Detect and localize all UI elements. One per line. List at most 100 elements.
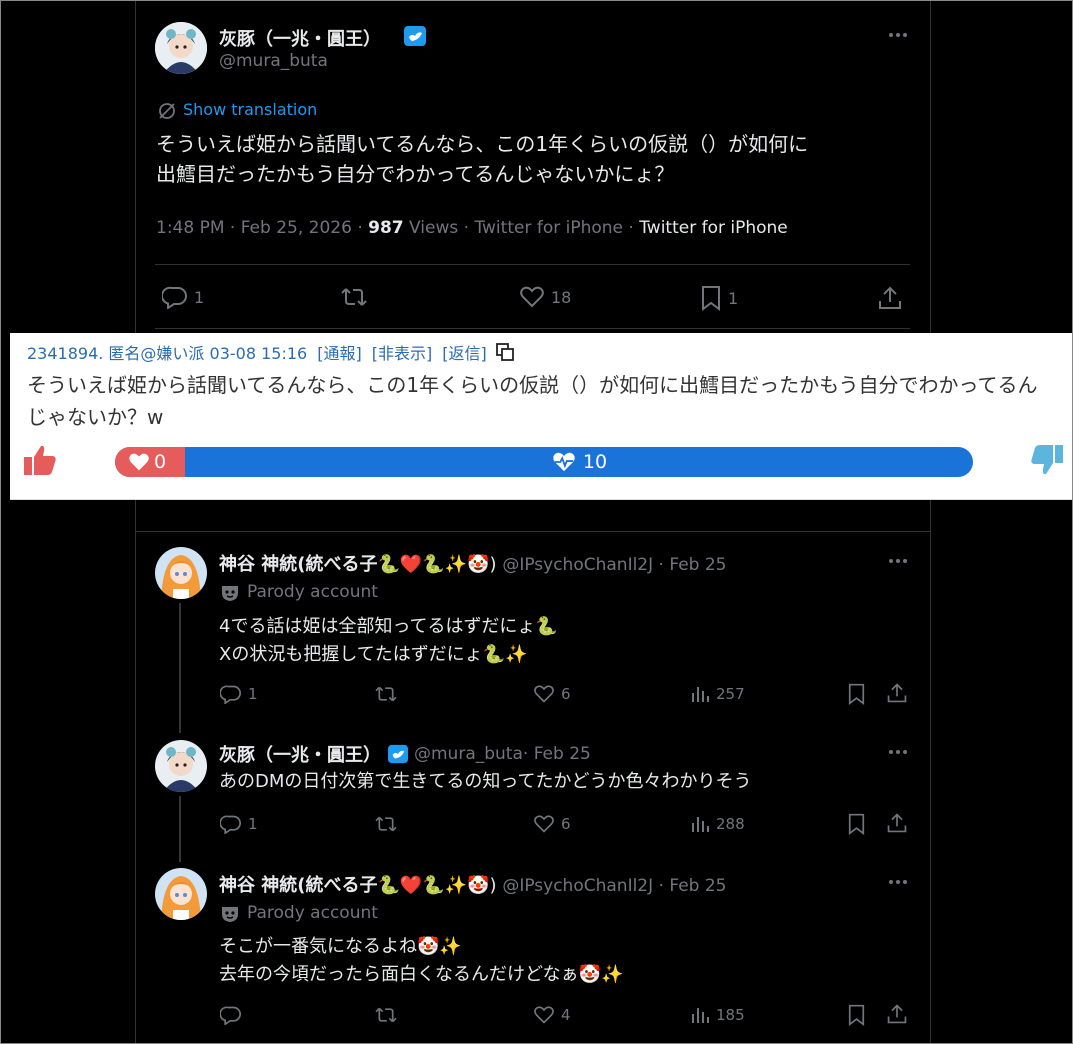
- like-icon: [533, 684, 555, 704]
- avatar[interactable]: [155, 740, 207, 792]
- vote-bar: 0 10: [115, 447, 973, 477]
- avatar[interactable]: [155, 868, 207, 920]
- reply-button[interactable]: [220, 1005, 242, 1025]
- share-icon: [886, 1003, 908, 1025]
- share-button[interactable]: [886, 812, 908, 834]
- share-button[interactable]: [886, 682, 908, 704]
- display-name[interactable]: 灰豚（一兆・圓王）: [219, 25, 381, 51]
- divider: [155, 264, 910, 265]
- display-name-emoji: 🐍❤️🐍✨🤡): [377, 875, 497, 896]
- reply-icon: [220, 1005, 242, 1025]
- twitter-timeline: 灰豚（一兆・圓王） @mura_buta Show translation そう…: [0, 0, 1073, 1044]
- timestamp[interactable]: 1:48 PM · Feb 25, 2026 ·: [156, 218, 368, 238]
- share-icon: [886, 682, 908, 704]
- views-count: 257: [716, 685, 745, 703]
- reply-button[interactable]: 1: [220, 814, 258, 834]
- like-button[interactable]: 4: [533, 1005, 571, 1025]
- reply-button[interactable]: 1: [162, 285, 204, 309]
- like-count: 6: [561, 815, 571, 833]
- source-label[interactable]: Twitter for iPhone: [639, 218, 788, 238]
- reply-text-line: 去年の今頃だったら面白くなるんだけどなぁ🤡✨: [219, 964, 624, 985]
- views-icon: [690, 684, 710, 704]
- avatar[interactable]: [155, 547, 207, 599]
- more-icon[interactable]: [888, 874, 908, 890]
- post-date[interactable]: · Feb 25: [653, 876, 727, 896]
- retweet-icon: [374, 814, 398, 834]
- total-segment: 10: [185, 447, 973, 477]
- display-name[interactable]: 灰豚（一兆・圓王）: [219, 741, 381, 767]
- hide-link[interactable]: [非表示]: [372, 340, 433, 364]
- views-button[interactable]: 257: [690, 684, 745, 704]
- heart-icon: [128, 452, 150, 472]
- reply-icon: [220, 814, 242, 834]
- reply-link[interactable]: [返信]: [442, 340, 487, 364]
- more-icon[interactable]: [888, 744, 908, 760]
- views-button[interactable]: 288: [690, 814, 745, 834]
- parody-mask-icon: [220, 905, 240, 923]
- bookmark-icon: [700, 285, 722, 311]
- bookmark-button[interactable]: 1: [700, 285, 738, 311]
- handle[interactable]: @IPsychoChanIl2J: [502, 555, 653, 575]
- display-name[interactable]: 神谷 神統(統べる子: [219, 554, 378, 575]
- display-name[interactable]: 神谷 神統(統べる子: [219, 875, 378, 896]
- more-icon[interactable]: [888, 27, 908, 43]
- reply-header: 灰豚（一兆・圓王） @mura_buta · Feb 25: [219, 741, 591, 767]
- report-link[interactable]: [通報]: [317, 340, 362, 364]
- views-icon: [690, 814, 710, 834]
- divider: [155, 328, 910, 329]
- bbs-post: 2341894. 匿名@嫌い派 03-08 15:16 [通報] [非表示] […: [10, 333, 1073, 500]
- avatar[interactable]: [155, 22, 207, 74]
- thread-connector: [179, 796, 181, 862]
- thread-connector: [179, 603, 181, 733]
- bookmark-count: 1: [728, 288, 739, 308]
- retweet-button[interactable]: [374, 684, 398, 704]
- bookmark-button[interactable]: [847, 683, 866, 705]
- like-count: 18: [551, 287, 572, 307]
- bbs-post-body: そういえば姫から話聞いてるんなら、この1年くらいの仮説（）が如何に出鱈目だったか…: [27, 373, 1038, 429]
- reply-button[interactable]: 1: [220, 684, 258, 704]
- share-icon: [877, 285, 903, 311]
- translate-icon: [157, 101, 177, 121]
- retweet-button[interactable]: [340, 285, 368, 309]
- total-count: 10: [582, 451, 608, 473]
- post-date[interactable]: · Feb 25: [653, 555, 727, 575]
- share-button[interactable]: [886, 1003, 908, 1025]
- views-count: 987: [368, 218, 404, 238]
- handle[interactable]: @mura_buta: [414, 744, 523, 764]
- retweet-button[interactable]: [374, 814, 398, 834]
- retweet-button[interactable]: [374, 1005, 398, 1025]
- views-label: Views · Twitter for iPhone ·: [403, 218, 640, 238]
- reply-text: 4でる話は姫は全部知ってるはずだにょ🐍 Xの状況も把握してたはずだにょ🐍✨: [219, 613, 558, 669]
- copy-icon[interactable]: [495, 342, 515, 362]
- reply-header: 神谷 神統(統べる子🐍❤️🐍✨🤡) @IPsychoChanIl2J · Feb…: [219, 550, 727, 576]
- like-icon: [533, 814, 555, 834]
- retweet-icon: [374, 1005, 398, 1025]
- reply-header: 神谷 神統(統べる子🐍❤️🐍✨🤡) @IPsychoChanIl2J · Feb…: [219, 871, 727, 897]
- tweet-meta: 1:48 PM · Feb 25, 2026 · 987 Views · Twi…: [156, 218, 788, 238]
- bookmark-button[interactable]: [847, 813, 866, 835]
- like-button[interactable]: 18: [519, 285, 571, 309]
- bookmark-icon: [847, 683, 866, 705]
- bbs-post-header: 2341894. 匿名@嫌い派 03-08 15:16 [通報] [非表示] […: [27, 340, 515, 364]
- reply-count: 1: [248, 815, 258, 833]
- views-button[interactable]: 185: [690, 1005, 745, 1025]
- views-icon: [690, 1005, 710, 1025]
- more-icon[interactable]: [888, 553, 908, 569]
- thumbs-down-icon[interactable]: [1029, 443, 1065, 477]
- handle[interactable]: @mura_buta: [219, 51, 328, 71]
- thumbs-up-icon[interactable]: [22, 443, 58, 477]
- handle[interactable]: @IPsychoChanIl2J: [502, 876, 653, 896]
- like-button[interactable]: 6: [533, 684, 571, 704]
- bookmark-button[interactable]: [847, 1004, 866, 1026]
- show-translation-link[interactable]: Show translation: [183, 100, 317, 119]
- like-icon: [533, 1005, 555, 1025]
- like-button[interactable]: 6: [533, 814, 571, 834]
- share-button[interactable]: [877, 285, 903, 311]
- like-count: 0: [154, 451, 167, 473]
- bookmark-icon: [847, 1004, 866, 1026]
- bookmark-icon: [847, 813, 866, 835]
- post-date[interactable]: · Feb 25: [523, 744, 591, 764]
- like-icon: [519, 285, 545, 309]
- reply-count: 1: [248, 685, 258, 703]
- like-count: 4: [561, 1006, 571, 1024]
